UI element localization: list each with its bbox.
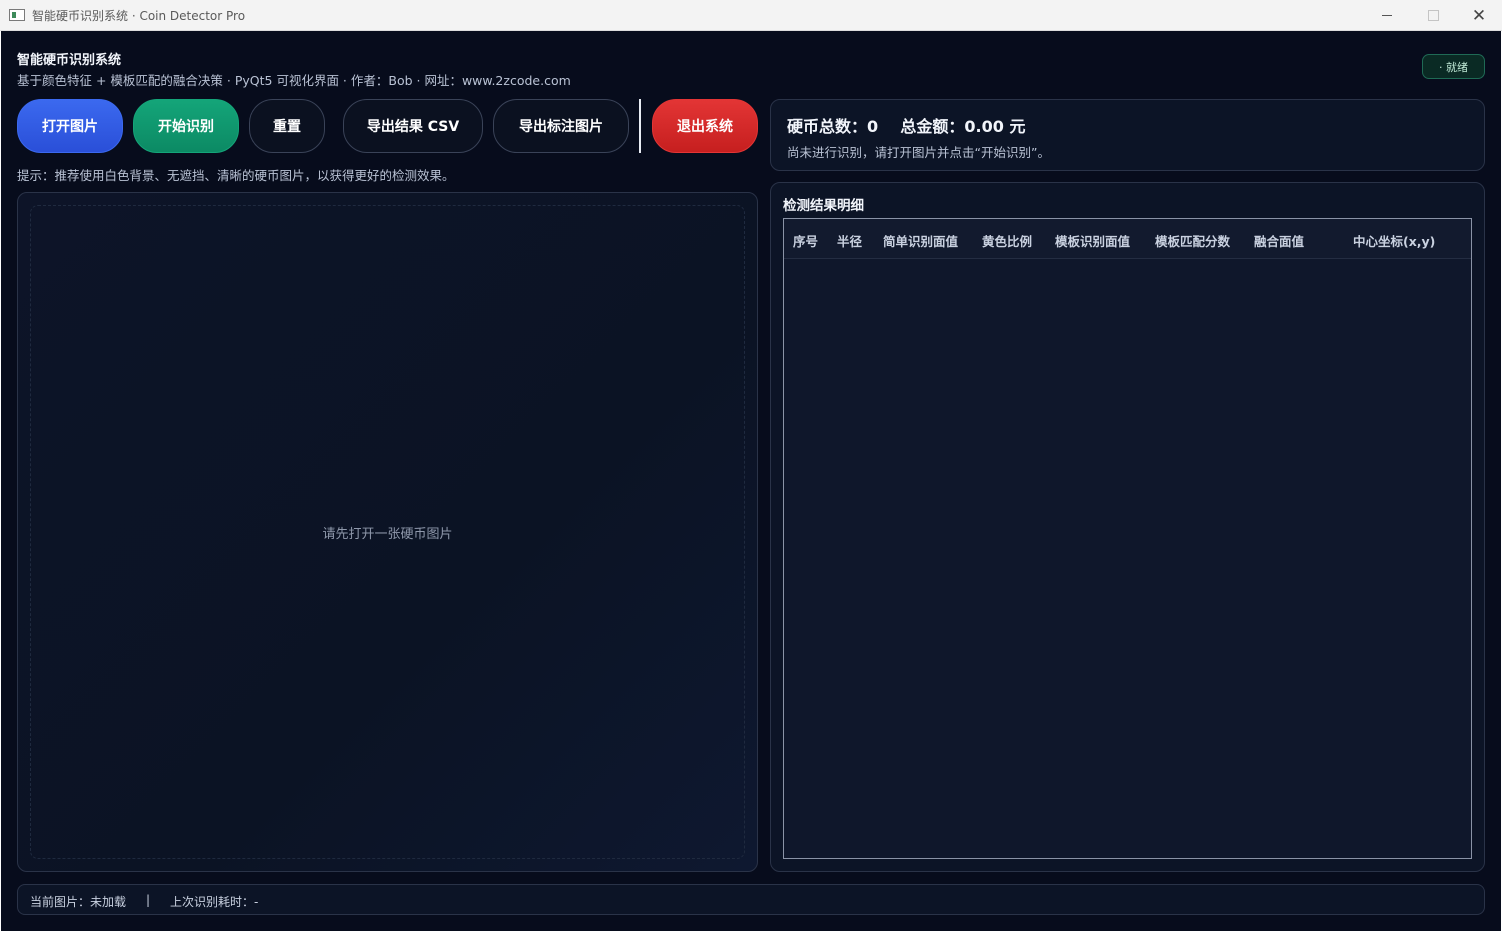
exit-button[interactable]: 退出系统 [652, 99, 758, 153]
hint-text: 提示：推荐使用白色背景、无遮挡、清晰的硬币图片，以获得更好的检测效果。 [17, 168, 455, 183]
column-header-fused-value[interactable]: 融合面值 [1254, 231, 1304, 250]
column-header-template-score[interactable]: 模板匹配分数 [1155, 231, 1230, 250]
results-table-header: 序号 半径 简单识别面值 黄色比例 模板识别面值 模板匹配分数 融合面值 中心坐… [784, 219, 1471, 259]
summary-card: 硬币总数：0 总金额：0.00 元 尚未进行识别，请打开图片并点击“开始识别”。 [770, 99, 1485, 171]
start-detection-button[interactable]: 开始识别 [133, 99, 239, 153]
results-table[interactable]: 序号 半径 简单识别面值 黄色比例 模板识别面值 模板匹配分数 融合面值 中心坐… [783, 218, 1472, 859]
window-controls: ✕ [1364, 0, 1502, 31]
toolbar-divider [639, 99, 641, 153]
status-badge: · 就绪 [1422, 54, 1485, 79]
page-subtitle: 基于颜色特征 + 模板匹配的融合决策 · PyQt5 可视化界面 · 作者：Bo… [17, 73, 571, 88]
last-detection-time: 上次识别耗时：- [170, 895, 259, 909]
reset-button[interactable]: 重置 [249, 99, 325, 153]
app-icon [9, 9, 25, 21]
export-annotated-image-button[interactable]: 导出标注图片 [493, 99, 629, 153]
export-csv-button[interactable]: 导出结果 CSV [343, 99, 483, 153]
maximize-button[interactable] [1410, 0, 1456, 31]
page-title: 智能硬币识别系统 [17, 53, 122, 68]
column-header-yellow-ratio[interactable]: 黄色比例 [982, 231, 1032, 250]
image-drop-area[interactable]: 请先打开一张硬币图片 [30, 205, 745, 859]
close-button[interactable]: ✕ [1456, 0, 1502, 31]
minimize-button[interactable] [1364, 0, 1410, 31]
column-header-index[interactable]: 序号 [793, 231, 818, 250]
current-image-status: 当前图片：未加载 [30, 895, 127, 909]
column-header-template-value[interactable]: 模板识别面值 [1055, 231, 1130, 250]
summary-totals: 硬币总数：0 总金额：0.00 元 [787, 117, 1026, 136]
results-title: 检测结果明细 [783, 198, 864, 214]
column-header-center-coords[interactable]: 中心坐标(x,y) [1353, 231, 1435, 250]
column-header-radius[interactable]: 半径 [837, 231, 862, 250]
status-bar: 当前图片：未加载 | 上次识别耗时：- [17, 884, 1485, 915]
image-panel: 请先打开一张硬币图片 [17, 192, 758, 872]
results-panel: 检测结果明细 序号 半径 简单识别面值 黄色比例 模板识别面值 模板匹配分数 融… [770, 182, 1485, 872]
image-placeholder: 请先打开一张硬币图片 [322, 526, 453, 542]
column-header-simple-value[interactable]: 简单识别面值 [883, 231, 958, 250]
window-titlebar: 智能硬币识别系统 · Coin Detector Pro ✕ [0, 0, 1502, 31]
app-window: 智能硬币识别系统 基于颜色特征 + 模板匹配的融合决策 · PyQt5 可视化界… [1, 31, 1501, 931]
open-image-button[interactable]: 打开图片 [17, 99, 123, 153]
status-separator: | [146, 893, 151, 907]
summary-note: 尚未进行识别，请打开图片并点击“开始识别”。 [787, 145, 1050, 160]
window-title: 智能硬币识别系统 · Coin Detector Pro [32, 8, 246, 23]
